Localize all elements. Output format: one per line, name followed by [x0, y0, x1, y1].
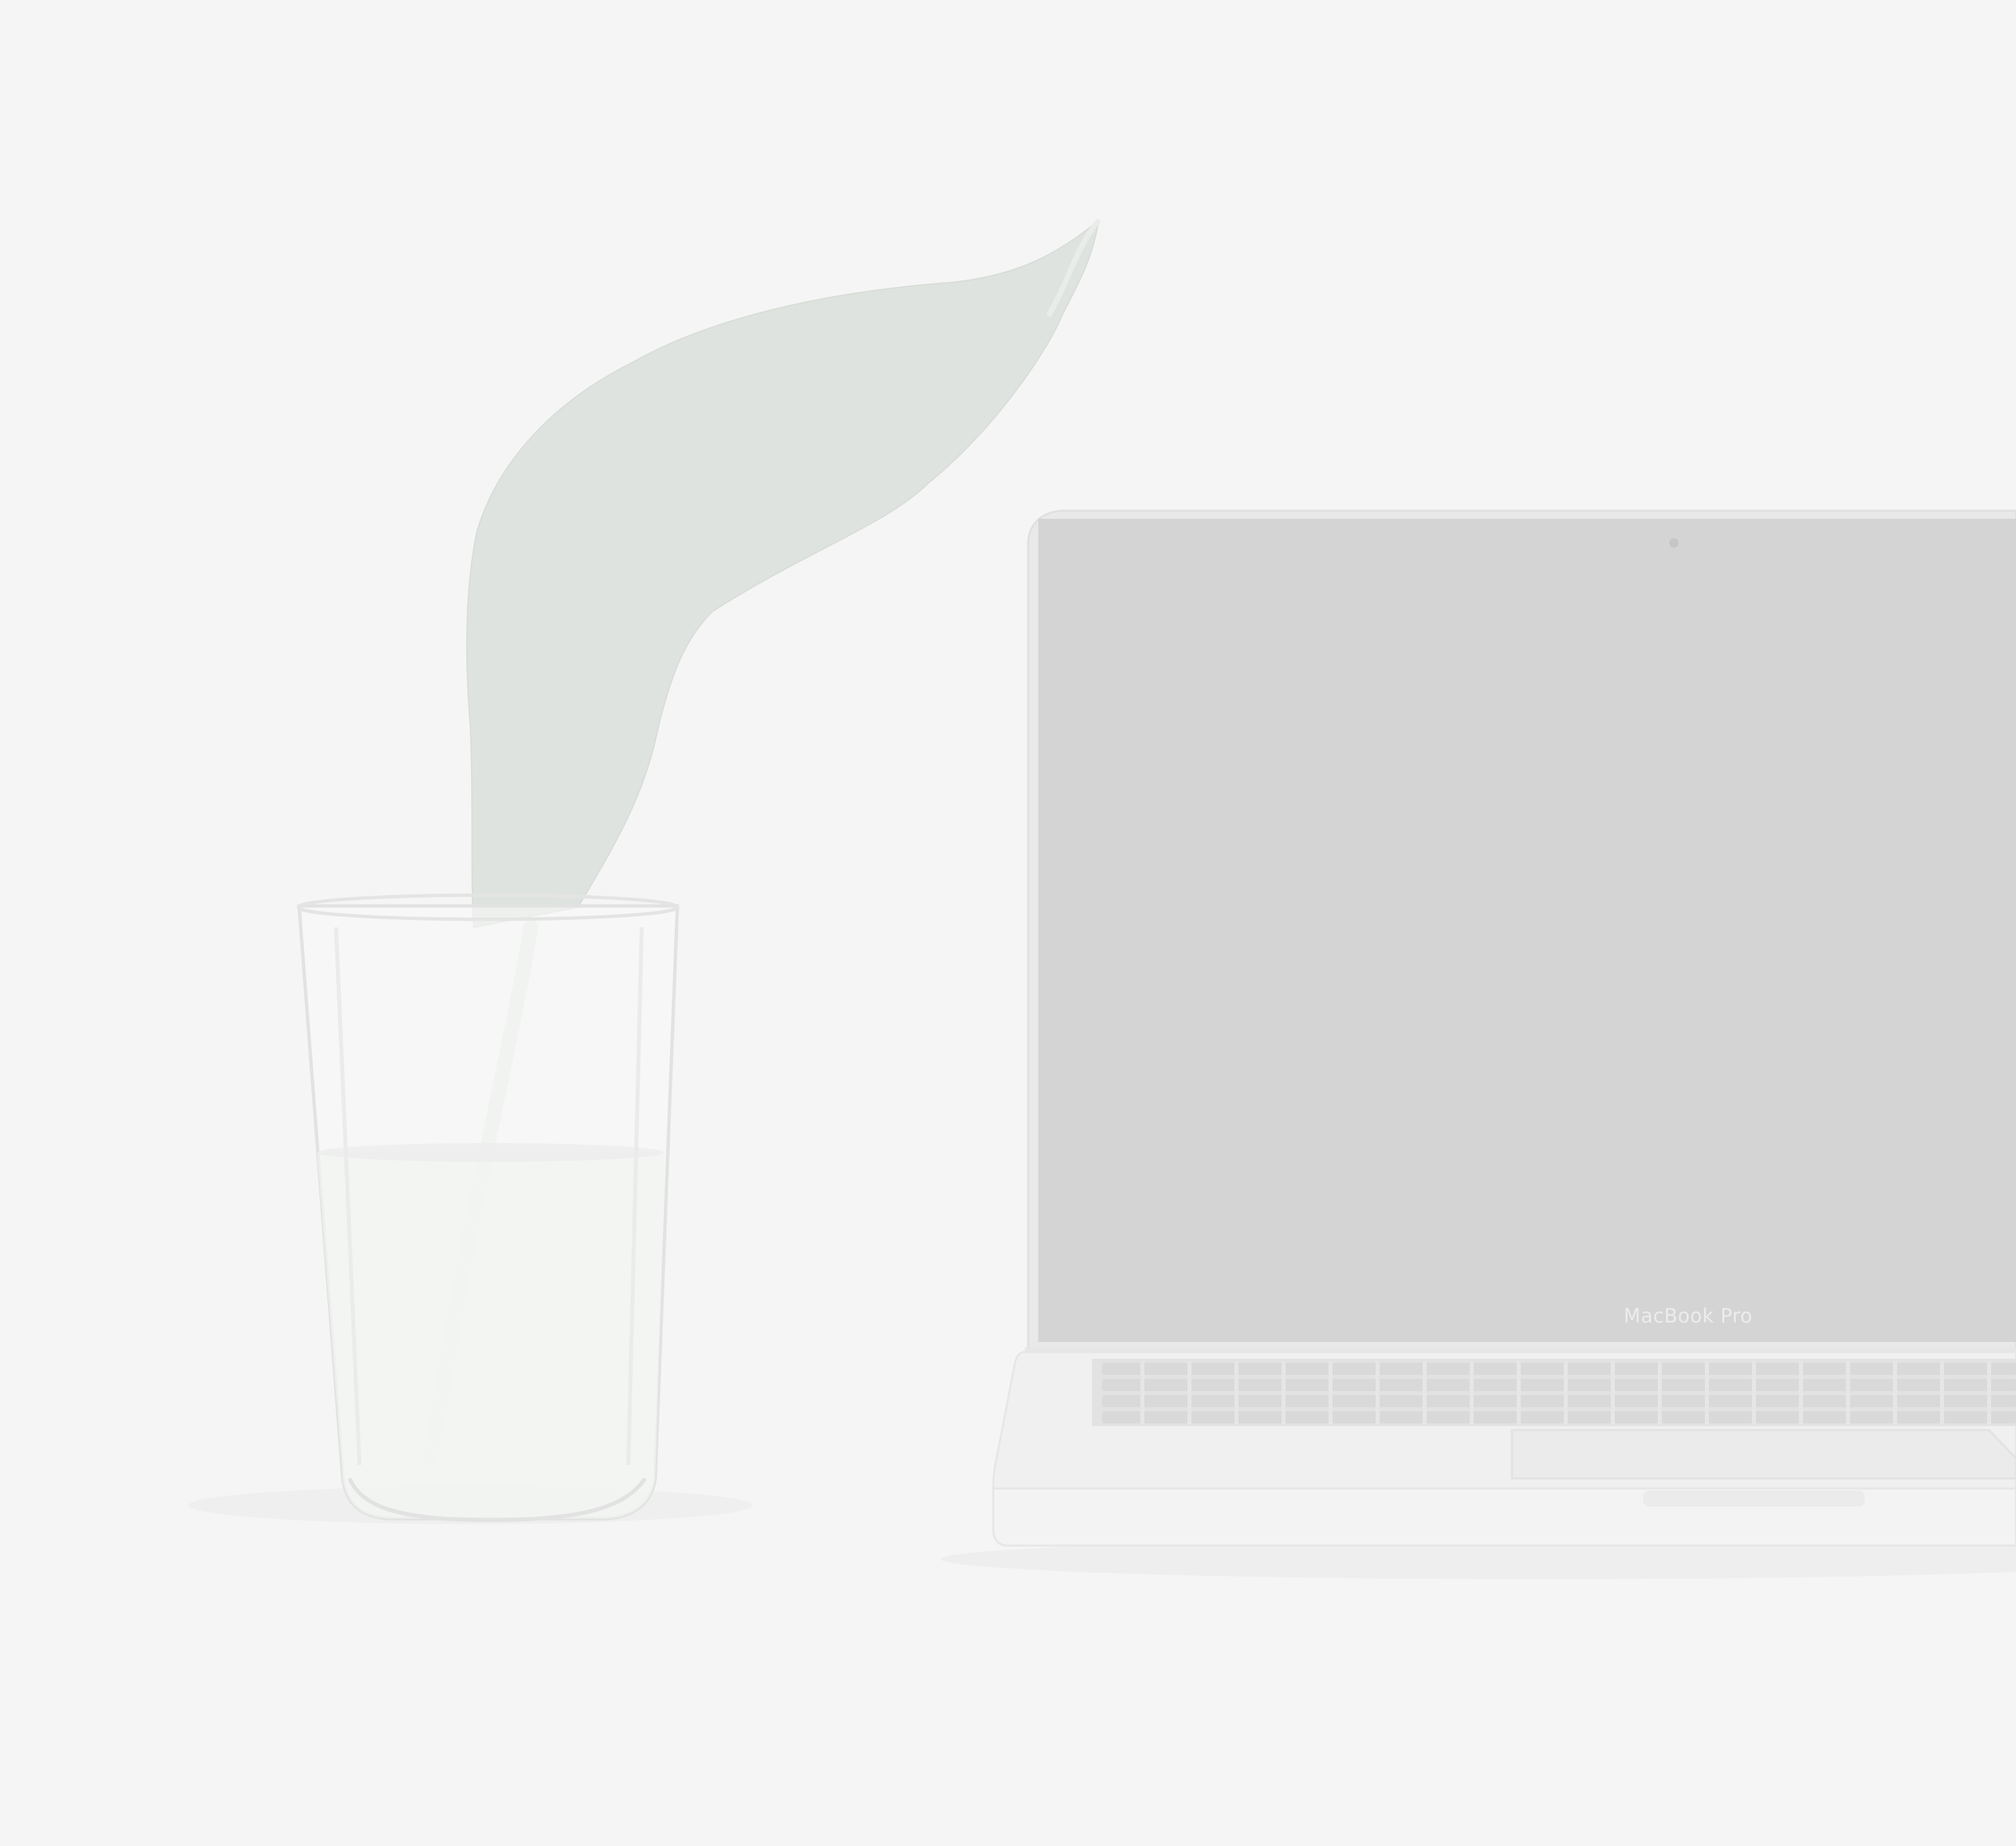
laptop-notch — [1643, 1491, 1865, 1507]
water-surface — [317, 1143, 664, 1162]
laptop-screen — [1038, 519, 2016, 1342]
photo-scene: MacBook Pro — [0, 0, 2016, 1846]
glass-water — [317, 1152, 665, 1519]
trackpad — [1511, 1429, 2016, 1480]
laptop-brand-label: MacBook Pro — [1624, 1304, 1753, 1327]
drinking-glass — [296, 893, 679, 1523]
scene-svg: MacBook Pro — [0, 0, 2016, 1846]
camera-icon — [1669, 538, 1679, 548]
laptop: MacBook Pro — [992, 509, 2016, 1547]
